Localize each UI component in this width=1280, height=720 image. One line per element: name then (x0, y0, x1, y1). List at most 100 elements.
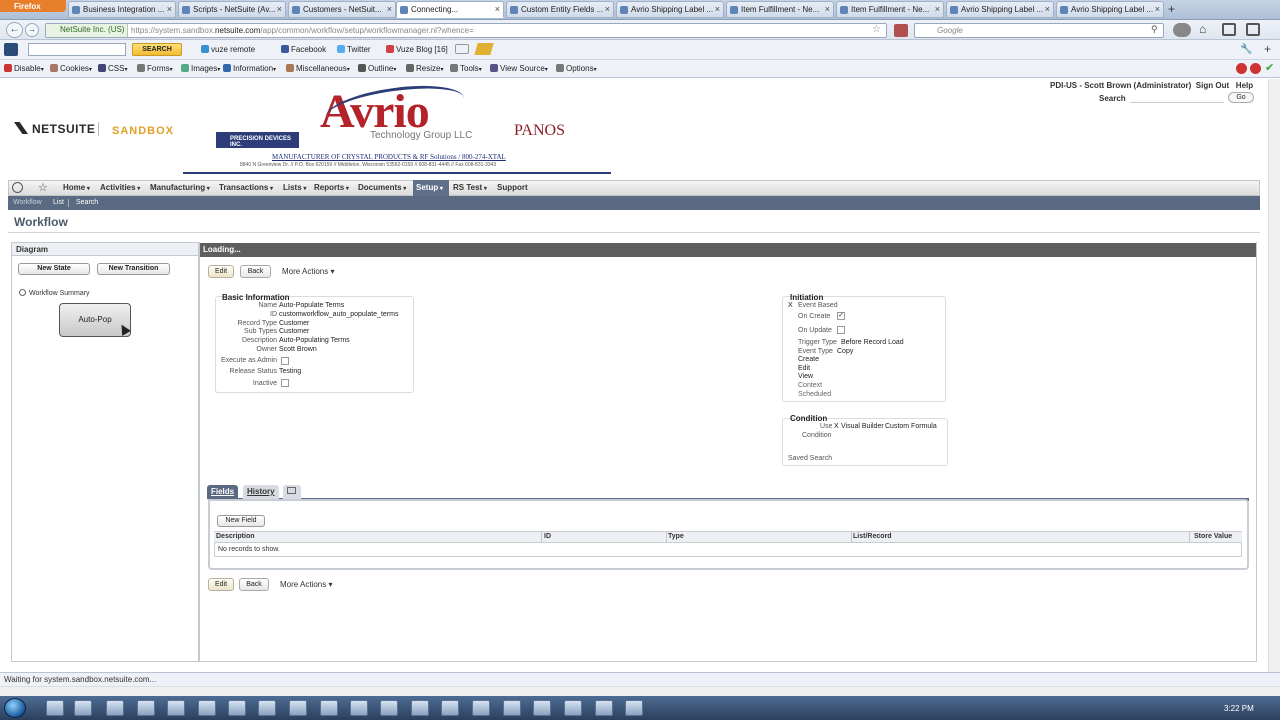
sign-out-link[interactable]: Sign Out (1196, 81, 1229, 90)
taskbar-app-icon[interactable] (625, 700, 643, 716)
browser-tab[interactable]: Item Fulfillment - Ne... × (726, 1, 834, 18)
toolbar-link-facebook[interactable]: Facebook (281, 45, 326, 54)
more-actions-bottom[interactable]: More Actions ▾ (280, 580, 333, 589)
taskbar-app-icon[interactable] (503, 700, 521, 716)
close-tab-icon[interactable]: × (935, 4, 940, 14)
taskbar-app-icon[interactable] (564, 700, 582, 716)
column-store-value[interactable]: Store Value (1194, 533, 1232, 540)
taskbar-app-icon[interactable] (472, 700, 490, 716)
taskbar-app-icon[interactable] (380, 700, 398, 716)
tab-fields[interactable]: Fields (207, 485, 239, 499)
browser-tab[interactable]: Avrio Shipping Label ... × (946, 1, 1054, 18)
taskbar-app-icon[interactable] (258, 700, 276, 716)
taskbar-app-icon[interactable] (46, 700, 64, 716)
close-tab-icon[interactable]: × (1155, 4, 1160, 14)
global-search-input[interactable] (1130, 93, 1224, 103)
toolbar-search-combo[interactable] (28, 43, 126, 56)
taskbar-app-icon[interactable] (167, 700, 185, 716)
search-input[interactable]: Google (914, 23, 1164, 38)
close-tab-icon[interactable]: × (715, 4, 720, 14)
wrench-icon[interactable]: 🔧 (1240, 44, 1252, 55)
taskbar-app-icon[interactable] (198, 700, 216, 716)
inactive-checkbox[interactable] (281, 379, 289, 387)
highlighter-icon[interactable] (474, 43, 494, 55)
close-tab-icon[interactable]: × (277, 4, 282, 14)
back-button-bottom[interactable]: Back (239, 578, 269, 591)
menu-documents[interactable]: Documents ▾ (358, 183, 406, 192)
check-icon[interactable]: ✔ (1265, 61, 1274, 74)
submenu-list[interactable]: List (53, 199, 64, 206)
toolbar-link-twitter[interactable]: Twitter (337, 45, 371, 54)
webdev-menu-forms[interactable]: Forms▾ (137, 64, 173, 73)
new-state-button[interactable]: New State (18, 263, 90, 275)
vertical-scrollbar[interactable] (1268, 79, 1280, 677)
on-update-checkbox[interactable] (837, 326, 845, 334)
webdev-menu-disable[interactable]: Disable▾ (4, 64, 44, 73)
taskbar-app-icon[interactable] (533, 700, 551, 716)
back-icon[interactable]: ← (6, 22, 23, 38)
column-list-record[interactable]: List/Record (853, 533, 892, 540)
submenu-search[interactable]: Search (76, 199, 98, 206)
window-icon[interactable] (1246, 23, 1260, 36)
taskbar-app-icon[interactable] (350, 700, 368, 716)
home-icon[interactable]: ⌂ (1199, 22, 1206, 36)
menu-home[interactable]: Home ▾ (63, 183, 90, 192)
tab-collapse[interactable] (283, 485, 301, 499)
taskbar-app-icon[interactable] (74, 700, 92, 716)
netsuite-logo[interactable]: NETSUITE (14, 122, 95, 136)
new-field-button[interactable]: New Field (217, 515, 265, 527)
menu-setup[interactable]: Setup ▾ (416, 183, 443, 192)
start-button[interactable] (4, 698, 26, 718)
close-tab-icon[interactable]: × (387, 4, 392, 14)
webdev-menu-miscellaneous[interactable]: Miscellaneous▾ (286, 64, 350, 73)
webdev-menu-css[interactable]: CSS▾ (98, 64, 127, 73)
close-tab-icon[interactable]: × (495, 4, 500, 14)
browser-tab[interactable]: Customers - NetSuit... × (288, 1, 396, 18)
page-icon[interactable] (1222, 23, 1236, 36)
workflow-summary[interactable]: Workflow Summary (19, 289, 90, 297)
webdev-menu-images[interactable]: Images▾ (181, 64, 220, 73)
webdev-menu-cookies[interactable]: Cookies▾ (50, 64, 92, 73)
close-tab-icon[interactable]: × (605, 4, 610, 14)
add-icon[interactable]: + (1264, 42, 1271, 56)
close-tab-icon[interactable]: × (167, 4, 172, 14)
new-transition-button[interactable]: New Transition (97, 263, 170, 275)
menu-support[interactable]: Support (497, 183, 528, 192)
recent-records-icon[interactable] (12, 182, 23, 193)
webdev-menu-information[interactable]: Information▾ (223, 64, 276, 73)
download-icon[interactable] (1173, 23, 1191, 37)
execute-as-admin-checkbox[interactable] (281, 357, 289, 365)
menu-manufacturing[interactable]: Manufacturing ▾ (150, 183, 210, 192)
system-clock[interactable]: 3:22 PM (1224, 704, 1254, 713)
more-actions-top[interactable]: More Actions ▾ (282, 267, 335, 276)
submenu-workflow[interactable]: Workflow (13, 199, 42, 206)
tab-history[interactable]: History (243, 485, 279, 499)
warning-icon[interactable] (1250, 63, 1261, 74)
column-id[interactable]: ID (544, 533, 551, 540)
webdev-menu-resize[interactable]: Resize▾ (406, 64, 443, 73)
browser-tab[interactable]: Item Fulfillment - Ne... × (836, 1, 944, 18)
webdev-menu-options[interactable]: Options▾ (556, 64, 597, 73)
taskbar-app-icon[interactable] (595, 700, 613, 716)
webdev-menu-view-source[interactable]: View Source▾ (490, 64, 548, 73)
menu-reports[interactable]: Reports ▾ (314, 183, 349, 192)
close-tab-icon[interactable]: × (825, 4, 830, 14)
addon-icon[interactable] (894, 24, 908, 37)
browser-tab[interactable]: Custom Entity Fields ... × (506, 1, 614, 18)
toolbar-link-vuze-blog[interactable]: Vuze Blog [16] (386, 45, 448, 54)
help-link[interactable]: Help (1236, 81, 1253, 90)
on-create-checkbox[interactable]: ✓ (837, 312, 845, 320)
new-tab-icon[interactable]: + (1168, 2, 1175, 16)
edit-button-bottom[interactable]: Edit (208, 578, 234, 591)
site-identity[interactable]: NetSuite Inc. (US) (46, 24, 128, 37)
browser-tab[interactable]: Scripts - NetSuite (Av... × (178, 1, 286, 18)
bookmark-star-icon[interactable]: ☆ (872, 24, 882, 36)
search-icon[interactable]: ⚲ (1151, 24, 1158, 35)
column-type[interactable]: Type (668, 533, 684, 540)
taskbar-app-icon[interactable] (106, 700, 124, 716)
mail-icon[interactable] (455, 44, 469, 54)
firefox-menu-button[interactable]: Firefox (0, 0, 66, 12)
shortcuts-star-icon[interactable]: ☆ (38, 181, 48, 194)
webdev-menu-outline[interactable]: Outline▾ (358, 64, 396, 73)
toolbar-search-button[interactable]: SEARCH (132, 43, 182, 56)
